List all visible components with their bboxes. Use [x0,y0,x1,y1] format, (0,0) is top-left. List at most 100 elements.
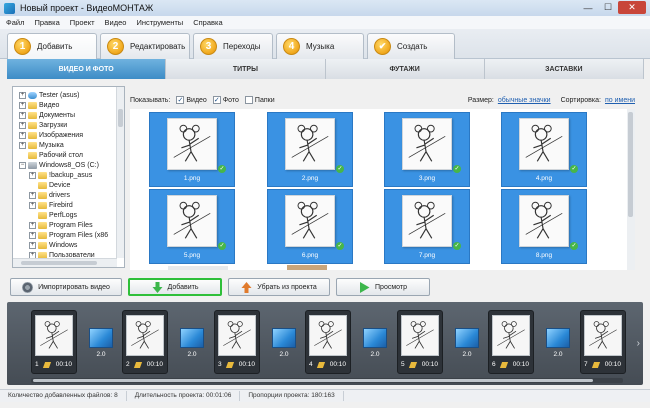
file-tile[interactable]: ✓ 4.png [501,112,587,187]
preview-label: Просмотр [375,283,407,291]
timeline-clip[interactable]: 5 00:10 [397,310,443,374]
user-icon [28,91,37,99]
expand-toggle-icon[interactable]: + [29,231,36,239]
expand-toggle-icon[interactable]: + [29,221,36,229]
pencil-icon[interactable] [42,362,52,368]
remove-from-project-button[interactable]: Убрать из проекта [228,278,330,296]
timeline-clip[interactable]: 7 00:10 [580,310,626,374]
pencil-icon[interactable] [408,362,418,368]
tree-item[interactable]: + Program Files (x86 [13,230,117,240]
tab-intros[interactable]: ЗАСТАВКИ [484,59,644,79]
timeline-clip[interactable]: 3 00:10 [214,310,260,374]
expand-toggle-icon[interactable]: + [19,121,26,129]
file-tile[interactable]: ✓ 5.png [149,189,235,264]
expand-toggle-icon[interactable]: + [19,101,26,109]
clip-duration: 00:10 [329,361,346,368]
tree-item[interactable]: + Музыка [13,140,117,150]
close-icon[interactable]: ✕ [618,1,646,14]
expand-toggle-icon[interactable]: + [19,111,26,119]
menu-tools[interactable]: Инструменты [136,18,183,27]
file-tile[interactable]: ✓ 6.png [267,189,353,264]
timeline-transition[interactable]: 2.0 [88,328,114,368]
expand-toggle-icon[interactable]: + [29,241,36,249]
pencil-icon[interactable] [316,362,326,368]
tree-item[interactable]: + Документы [13,110,117,120]
tab-video-photo[interactable]: ВИДЕО И ФОТО [7,59,167,79]
size-link[interactable]: обычные значки [498,97,551,104]
minimize-icon[interactable]: — [578,1,598,14]
timeline-clip[interactable]: 6 00:10 [488,310,534,374]
timeline-transition[interactable]: 2.0 [271,328,297,368]
tab-transitions[interactable]: 3 Переходы [193,33,273,59]
tab-add[interactable]: 1 Добавить [7,33,97,59]
timeline-clip[interactable]: 1 00:10 [31,310,77,374]
tab-edit[interactable]: 2 Редактировать [100,33,190,59]
menu-video[interactable]: Видео [105,18,127,27]
tree-item[interactable]: + !backup_asus [13,170,117,180]
folders-checkbox[interactable] [244,96,253,104]
expand-toggle-icon[interactable]: + [29,191,36,199]
file-tile[interactable]: ✓ 1.png [149,112,235,187]
photo-checkbox[interactable]: ✓ [212,96,221,104]
file-tile[interactable]: ✓ 3.png [384,112,470,187]
tab-titles[interactable]: ТИТРЫ [166,59,326,79]
tree-horizontal-scrollbar[interactable] [13,258,117,267]
timeline-transition[interactable]: 2.0 [545,328,571,368]
transition-icon [455,328,479,348]
file-grid: ✓ 1.png ✓ 2.png ✓ 3.png ✓ 4.png ✓ 5.png ✓ 6.png ✓ 7.p… [130,109,627,270]
tree-item[interactable]: + Program Files [13,220,117,230]
expand-toggle-icon[interactable]: + [19,131,26,139]
file-tile[interactable]: ✓ 8.png [501,189,587,264]
pencil-icon[interactable] [591,362,601,368]
video-checkbox[interactable]: ✓ [176,96,185,104]
tree-item[interactable]: + Windows [13,240,117,250]
tab-create[interactable]: ✔ Создать [367,33,455,59]
import-video-button[interactable]: Импортировать видео [10,278,122,296]
file-tile[interactable]: ✓ 2.png [267,112,353,187]
category-tabs: ВИДЕО И ФОТО ТИТРЫ ФУТАЖИ ЗАСТАВКИ [7,59,644,79]
sort-link[interactable]: по имени [605,97,635,104]
folder-tree: + Tester (asus) + Видео + Документы + Загрузки +… [12,86,125,268]
chevron-right-icon[interactable]: › [637,338,640,349]
tree-item[interactable]: + Firebird [13,200,117,210]
add-button[interactable]: Добавить [128,278,222,296]
tree-item[interactable]: + Видео [13,100,117,110]
menu-edit[interactable]: Правка [34,18,59,27]
timeline-transition[interactable]: 2.0 [362,328,388,368]
timeline-scrollbar[interactable] [31,378,623,383]
pencil-icon[interactable] [499,362,509,368]
expand-toggle-icon[interactable]: + [19,91,26,99]
tree-item[interactable]: + Изображения [13,130,117,140]
tree-item[interactable]: + Tester (asus) [13,90,117,100]
clip-number: 6 [492,361,496,368]
expand-toggle-icon[interactable]: − [19,161,26,169]
timeline-transition[interactable]: 2.0 [179,328,205,368]
expand-toggle-icon[interactable]: + [19,141,26,149]
preview-button[interactable]: Просмотр [336,278,430,296]
image-thumbnail [519,195,569,247]
tree-item[interactable]: + Загрузки [13,120,117,130]
expand-toggle-icon[interactable]: + [29,171,36,179]
menu-file[interactable]: Файл [6,18,24,27]
timeline-clip[interactable]: 4 00:10 [305,310,351,374]
timeline-clip[interactable]: 2 00:10 [122,310,168,374]
tree-item[interactable]: + drivers [13,190,117,200]
status-bar: Количество добавленных файлов: 8 Длитель… [0,389,650,402]
maximize-icon[interactable]: ☐ [598,1,618,14]
tree-item[interactable]: Device [13,180,117,190]
tree-vertical-scrollbar[interactable] [116,87,124,258]
tree-item[interactable]: PerfLogs [13,210,117,220]
tab-footage[interactable]: ФУТАЖИ [325,59,485,79]
menu-project[interactable]: Проект [70,18,95,27]
pencil-icon[interactable] [133,362,143,368]
pencil-icon[interactable] [225,362,235,368]
expand-toggle-icon[interactable]: + [29,201,36,209]
tree-item[interactable]: Рабочий стол [13,150,117,160]
timeline-transition[interactable]: 2.0 [454,328,480,368]
tab-music[interactable]: 4 Музыка [276,33,364,59]
file-tile[interactable]: ✓ 7.png [384,189,470,264]
menu-help[interactable]: Справка [193,18,222,27]
tree-item[interactable]: − Windows8_OS (C:) [13,160,117,170]
clip-duration: 00:10 [146,361,163,368]
grid-vertical-scrollbar[interactable] [627,109,635,270]
